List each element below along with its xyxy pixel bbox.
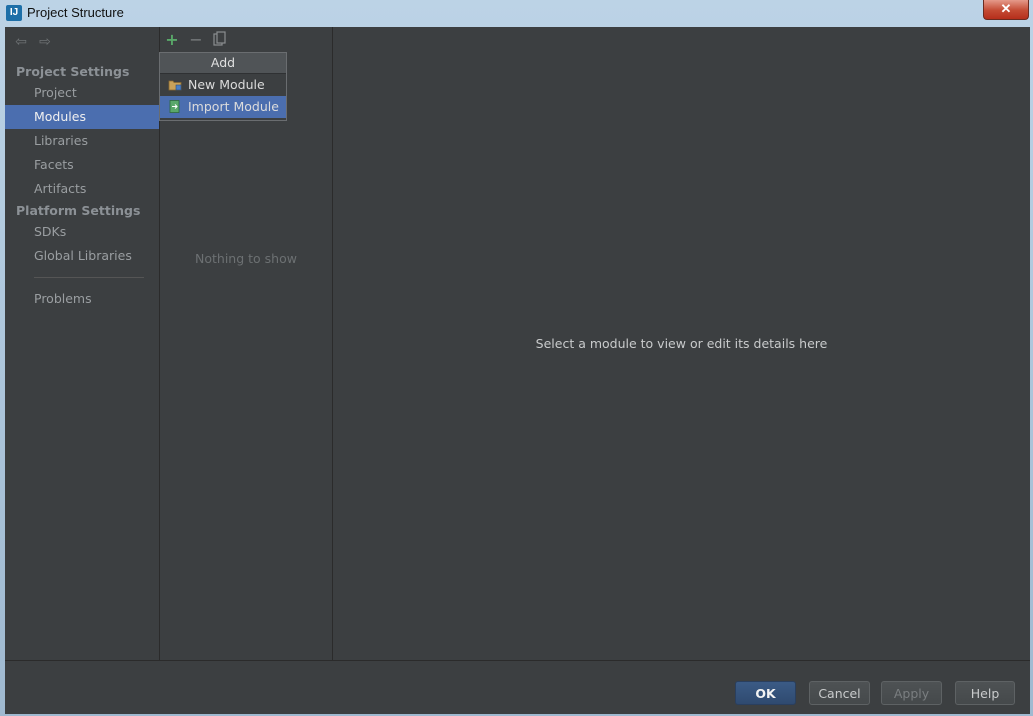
sidebar-item-libraries[interactable]: Libraries <box>5 129 159 153</box>
menu-item-label: New Module <box>188 77 265 92</box>
sidebar-item-label: SDKs <box>34 224 67 239</box>
sidebar-item-label: Problems <box>34 291 92 306</box>
folder-module-icon <box>168 80 182 91</box>
sidebar-item-label: Libraries <box>34 133 88 148</box>
menu-item-import-module[interactable]: Import Module <box>160 96 286 118</box>
menu-item-new-module[interactable]: New Module <box>160 74 286 96</box>
settings-sidebar: ⇦ ⇨ Project Settings Project Modules Lib… <box>5 27 160 660</box>
intellij-app-icon: IJ <box>6 5 22 21</box>
title-bar[interactable]: IJ Project Structure ✕ <box>0 0 1033 26</box>
copy-icon[interactable] <box>212 31 228 49</box>
close-button[interactable]: ✕ <box>983 0 1029 20</box>
project-structure-window: IJ Project Structure ✕ ⇦ ⇨ Project Setti… <box>0 0 1033 716</box>
module-list-panel: + − Nothing to show <box>160 27 333 660</box>
forward-arrow-icon[interactable]: ⇨ <box>37 34 53 50</box>
back-arrow-icon[interactable]: ⇦ <box>13 34 29 50</box>
dialog-footer: OK Cancel Apply Help <box>5 660 1030 714</box>
sidebar-item-sdks[interactable]: SDKs <box>5 220 159 244</box>
ok-button[interactable]: OK <box>735 681 796 705</box>
sidebar-item-label: Artifacts <box>34 181 87 196</box>
details-placeholder-text: Select a module to view or edit its deta… <box>535 336 828 351</box>
add-icon[interactable]: + <box>164 31 180 49</box>
sidebar-item-label: Global Libraries <box>34 248 132 263</box>
sidebar-item-problems[interactable]: Problems <box>5 287 159 311</box>
sidebar-item-modules[interactable]: Modules <box>5 105 159 129</box>
import-module-icon <box>169 100 180 113</box>
cancel-button[interactable]: Cancel <box>809 681 870 705</box>
project-settings-heading: Project Settings <box>16 64 130 79</box>
dialog-content: ⇦ ⇨ Project Settings Project Modules Lib… <box>5 27 1030 714</box>
empty-list-text: Nothing to show <box>195 251 297 266</box>
sidebar-item-label: Modules <box>34 109 86 124</box>
sidebar-item-global-libraries[interactable]: Global Libraries <box>5 244 159 268</box>
sidebar-divider <box>34 277 144 278</box>
module-details-panel: Select a module to view or edit its deta… <box>333 27 1030 660</box>
sidebar-item-label: Facets <box>34 157 74 172</box>
sidebar-item-label: Project <box>34 85 77 100</box>
help-button[interactable]: Help <box>955 681 1015 705</box>
platform-settings-heading: Platform Settings <box>16 203 141 218</box>
add-popup-menu: Add New Module Import Module <box>159 52 287 121</box>
apply-button[interactable]: Apply <box>881 681 942 705</box>
remove-icon[interactable]: − <box>188 31 204 49</box>
menu-item-label: Import Module <box>188 99 279 114</box>
copy-icon-graphic <box>213 31 226 46</box>
window-title: Project Structure <box>27 5 124 20</box>
sidebar-item-project[interactable]: Project <box>5 81 159 105</box>
sidebar-item-facets[interactable]: Facets <box>5 153 159 177</box>
add-popup-header: Add <box>160 53 286 74</box>
sidebar-item-artifacts[interactable]: Artifacts <box>5 177 159 201</box>
